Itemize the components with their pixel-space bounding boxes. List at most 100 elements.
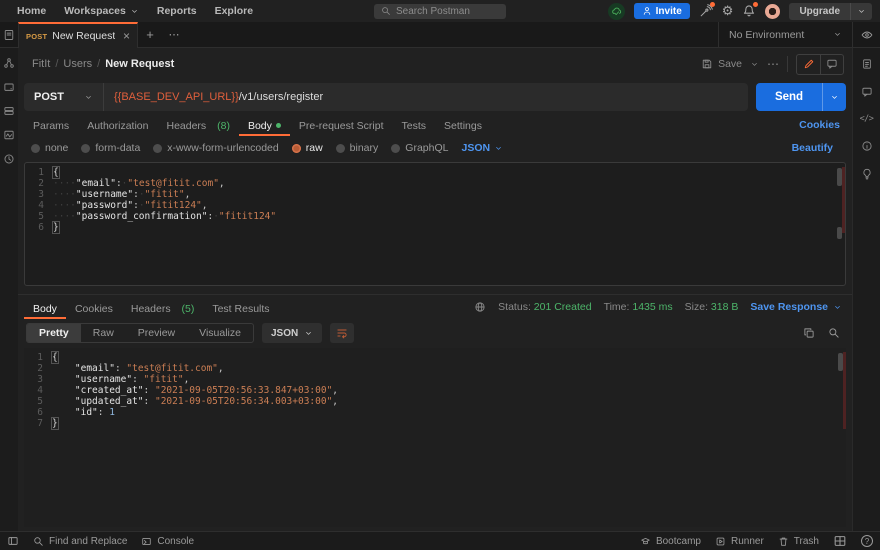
status-badge: Status: 201 Created <box>498 301 591 313</box>
settings-gear-icon[interactable]: ⚙ <box>722 4 734 18</box>
notifications-bell-icon[interactable] <box>742 4 756 18</box>
environment-quick-look-icon[interactable] <box>852 22 880 47</box>
request-tabs: Params Authorization Headers (8) Body Pr… <box>18 114 852 136</box>
url-path: /v1/users/register <box>239 91 323 103</box>
runner-icon <box>715 536 726 547</box>
comments-icon[interactable] <box>861 86 873 98</box>
view-preview[interactable]: Preview <box>126 324 187 342</box>
history-icon[interactable] <box>3 153 15 165</box>
breadcrumb-collection[interactable]: Users <box>63 58 92 70</box>
save-icon <box>701 58 713 70</box>
mode-x-www-form-urlencoded[interactable]: x-www-form-urlencoded <box>153 142 278 154</box>
mock-servers-icon[interactable] <box>3 81 15 93</box>
tab-tests[interactable]: Tests <box>393 114 436 136</box>
more-options-icon[interactable]: ⋯ <box>767 57 779 71</box>
search-response-icon[interactable] <box>828 327 840 339</box>
mode-form-data[interactable]: form-data <box>81 142 140 154</box>
collections-icon[interactable] <box>0 22 18 47</box>
overview-ruler <box>842 167 845 233</box>
monitors-icon[interactable] <box>3 129 15 141</box>
mode-raw[interactable]: raw <box>292 142 323 154</box>
response-tabs: Body Cookies Headers (5) Test Results St… <box>18 295 852 319</box>
notification-dot <box>710 2 715 7</box>
workspace: FitIt / Users / New Request Save ⋯ <box>0 48 880 531</box>
save-button[interactable]: Save <box>701 58 742 70</box>
nav-explore[interactable]: Explore <box>206 0 263 22</box>
nav-workspaces[interactable]: Workspaces <box>55 0 148 22</box>
response-body-editor[interactable]: 1{2 "email": "test@fitit.com",3 "usernam… <box>24 348 846 527</box>
tab-settings[interactable]: Settings <box>435 114 491 136</box>
mode-none[interactable]: none <box>31 142 68 154</box>
bootcamp-button[interactable]: Bootcamp <box>640 536 701 547</box>
radio-icon <box>391 144 400 153</box>
raw-language-selector[interactable]: JSON <box>461 142 503 154</box>
find-and-replace-button[interactable]: Find and Replace <box>33 536 127 547</box>
response-tab-headers[interactable]: Headers (5) <box>122 295 203 319</box>
send-button[interactable]: Send <box>756 83 846 111</box>
cookies-link[interactable]: Cookies <box>799 119 846 131</box>
info-icon[interactable] <box>861 140 873 152</box>
tab-params[interactable]: Params <box>24 114 78 136</box>
view-raw[interactable]: Raw <box>81 324 126 342</box>
upgrade-button[interactable]: Upgrade <box>789 3 872 20</box>
nav-home[interactable]: Home <box>8 0 55 22</box>
sidebar-toggle-icon[interactable] <box>7 535 19 547</box>
help-icon[interactable]: ? <box>861 535 873 547</box>
copy-icon[interactable] <box>803 327 815 339</box>
edit-pencil-icon[interactable] <box>797 55 820 74</box>
request-body-code: 1{2····"email":·"test@fitit.com",3····"u… <box>25 167 845 233</box>
split-pane-icon[interactable] <box>833 534 847 548</box>
view-visualize[interactable]: Visualize <box>187 324 253 342</box>
size-badge: Size: 318 B <box>685 301 739 313</box>
nav-reports[interactable]: Reports <box>148 0 206 22</box>
save-response-button[interactable]: Save Response <box>750 301 842 313</box>
apis-icon[interactable] <box>3 57 15 69</box>
time-badge: Time: 1435 ms <box>604 301 673 313</box>
interceptor-icon[interactable] <box>699 4 713 18</box>
response-tab-body[interactable]: Body <box>24 295 66 319</box>
search-input[interactable]: Search Postman <box>374 4 506 19</box>
response-tab-test-results[interactable]: Test Results <box>203 295 278 319</box>
avatar[interactable] <box>765 4 780 19</box>
request-tab[interactable]: POST New Request × <box>18 22 138 48</box>
trash-button[interactable]: Trash <box>778 536 819 547</box>
environments-icon[interactable] <box>3 105 15 117</box>
method-selector[interactable]: POST <box>24 83 104 111</box>
pub-tips-lightbulb-icon[interactable] <box>861 168 873 180</box>
mode-binary[interactable]: binary <box>336 142 379 154</box>
tab-options-icon[interactable]: ⋯ <box>162 22 186 47</box>
request-tab-title: New Request <box>52 30 115 42</box>
globe-icon[interactable] <box>474 301 486 313</box>
console-button[interactable]: Console <box>141 536 194 547</box>
environment-selector[interactable]: No Environment <box>718 22 852 47</box>
url-input[interactable]: {{BASE_DEV_API_URL}}/v1/users/register <box>104 91 333 103</box>
tab-body[interactable]: Body <box>239 114 290 136</box>
invite-button[interactable]: Invite <box>634 3 690 19</box>
mode-graphql[interactable]: GraphQL <box>391 142 448 154</box>
send-options-chevron-icon[interactable] <box>822 83 846 111</box>
close-tab-icon[interactable]: × <box>123 31 130 41</box>
nav-reports-label: Reports <box>157 5 197 17</box>
breadcrumb-request-name: New Request <box>105 58 174 70</box>
console-icon <box>141 536 152 547</box>
response-tab-cookies[interactable]: Cookies <box>66 295 122 319</box>
tab-authorization[interactable]: Authorization <box>78 114 157 136</box>
sync-status-icon[interactable] <box>608 3 625 20</box>
documentation-icon[interactable] <box>861 58 873 70</box>
breadcrumb-workspace[interactable]: FitIt <box>32 58 50 70</box>
chevron-down-icon <box>130 7 139 16</box>
code-icon[interactable]: </> <box>860 114 874 124</box>
right-sidebar-rail: </> <box>852 48 880 531</box>
new-tab-button[interactable]: + <box>138 22 162 47</box>
view-pretty[interactable]: Pretty <box>27 324 81 342</box>
beautify-link[interactable]: Beautify <box>792 142 839 154</box>
body-mode-row: none form-data x-www-form-urlencoded raw… <box>18 136 852 160</box>
response-language-selector[interactable]: JSON <box>262 323 322 343</box>
wrap-lines-button[interactable] <box>330 323 354 343</box>
tab-pre-request-script[interactable]: Pre-request Script <box>290 114 393 136</box>
runner-button[interactable]: Runner <box>715 536 764 547</box>
tab-headers[interactable]: Headers (8) <box>157 114 238 136</box>
request-body-editor[interactable]: 1{2····"email":·"test@fitit.com",3····"u… <box>24 162 846 286</box>
comment-icon[interactable] <box>820 55 843 74</box>
save-options-chevron-icon[interactable] <box>750 60 759 69</box>
